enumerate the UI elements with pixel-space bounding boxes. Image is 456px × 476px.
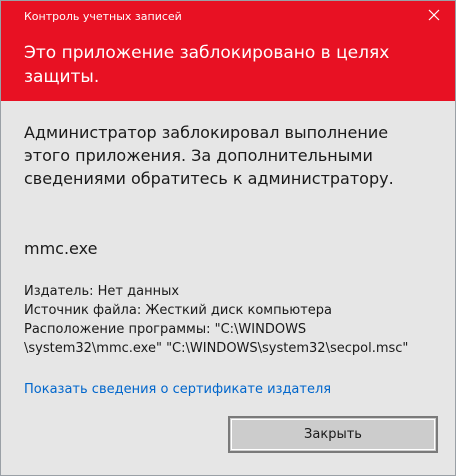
program-location-line-1: Расположение программы: "C:\WINDOWS: [24, 322, 307, 337]
certificate-details-link[interactable]: Показать сведения о сертификате издателя: [24, 382, 331, 397]
uac-dialog: Контроль учетных записей Это приложение …: [0, 0, 456, 476]
header-title: Это приложение заблокировано в целях защ…: [24, 43, 390, 87]
message-area: Администратор заблокировал выполнение эт…: [24, 121, 424, 190]
close-button-label: Закрыть: [304, 427, 362, 442]
title-bar: Контроль учетных записей: [1, 1, 455, 29]
close-button[interactable]: Закрыть: [228, 416, 438, 453]
file-source-line: Источник файла: Жесткий диск компьютера: [24, 303, 333, 318]
app-details: Издатель: Нет данных Источник файла: Жес…: [24, 282, 444, 358]
blocked-message: Администратор заблокировал выполнение эт…: [24, 123, 394, 188]
window-title: Контроль учетных записей: [24, 10, 182, 23]
publisher-line: Издатель: Нет данных: [24, 284, 180, 299]
header-banner: Это приложение заблокировано в целях защ…: [1, 29, 455, 101]
close-icon[interactable]: [427, 8, 441, 22]
app-name: mmc.exe: [24, 239, 98, 258]
program-location-line-2: \system32\mmc.exe" "C:\WINDOWS\system32\…: [24, 341, 409, 356]
